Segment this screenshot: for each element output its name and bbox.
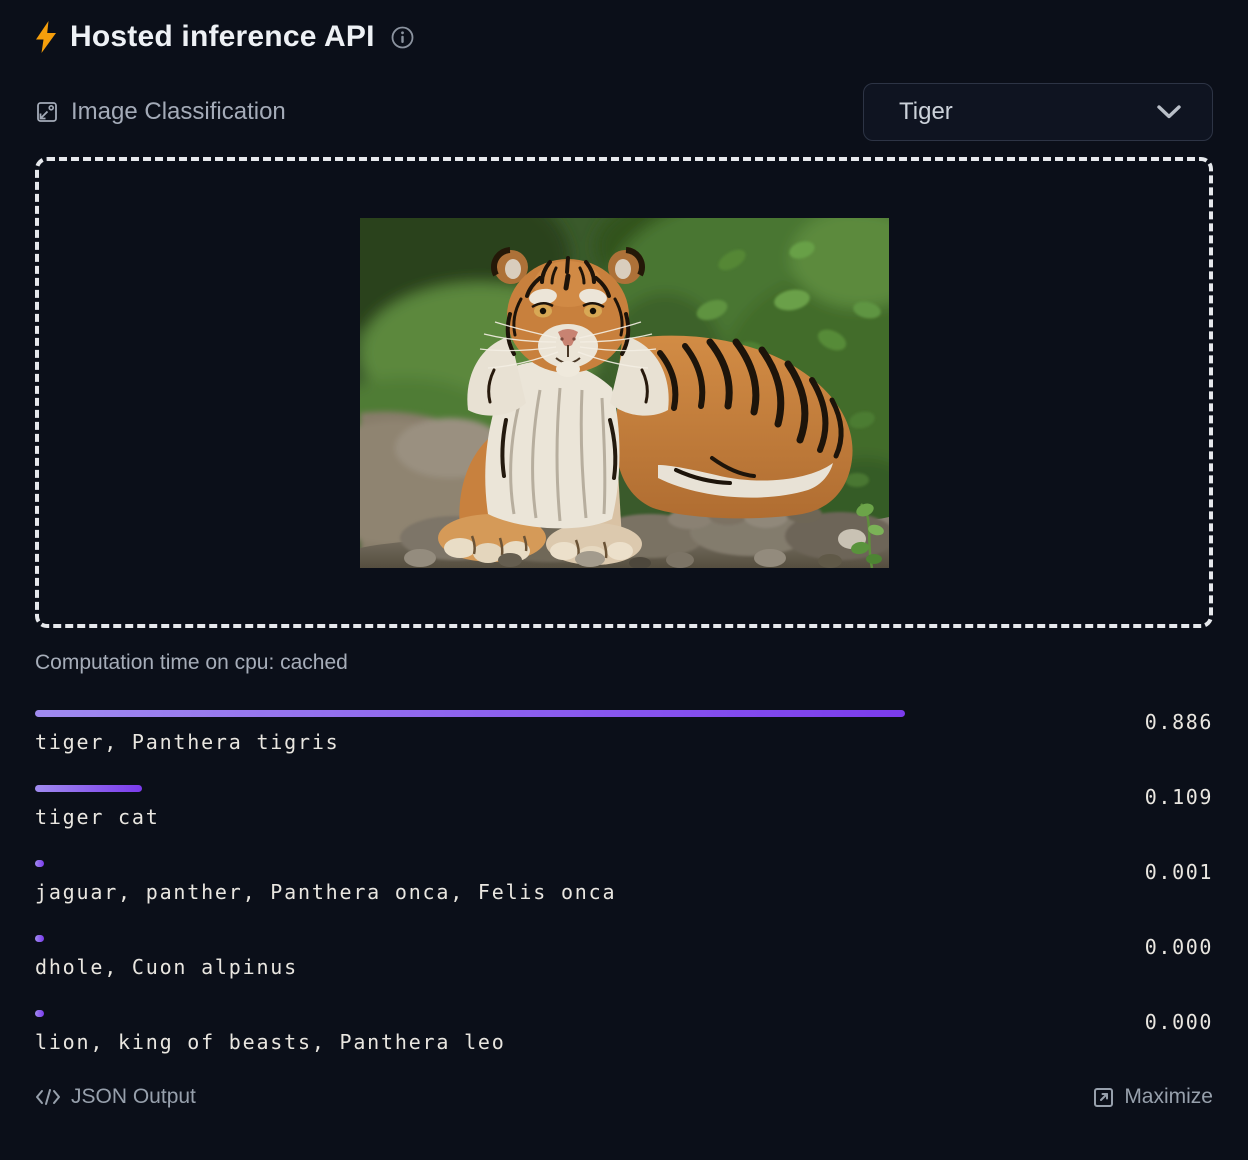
score-bar-track bbox=[35, 710, 1017, 717]
result-row: jaguar, panther, Panthera onca, Felis on… bbox=[35, 860, 1213, 904]
maximize-label: Maximize bbox=[1124, 1085, 1213, 1109]
info-circle-icon bbox=[391, 26, 414, 49]
code-icon bbox=[35, 1087, 61, 1107]
result-label: tiger, Panthera tigris bbox=[35, 730, 1017, 754]
result-label: lion, king of beasts, Panthera leo bbox=[35, 1030, 1017, 1054]
task-left: Image Classification bbox=[35, 98, 286, 126]
result-score: 0.001 bbox=[1017, 861, 1213, 884]
image-dropzone[interactable] bbox=[35, 157, 1213, 628]
hosted-inference-widget: Hosted inference API Image Classificatio… bbox=[0, 0, 1248, 1160]
task-row: Image Classification Tiger bbox=[35, 83, 1213, 141]
maximize-icon bbox=[1093, 1087, 1114, 1108]
result-row: tiger, Panthera tigris 0.886 bbox=[35, 710, 1213, 754]
image-classification-icon bbox=[35, 100, 59, 124]
lightning-bolt-icon bbox=[35, 21, 57, 53]
score-bar bbox=[35, 860, 44, 867]
json-output-button[interactable]: JSON Output bbox=[35, 1085, 196, 1109]
page-title: Hosted inference API bbox=[70, 20, 375, 54]
example-select[interactable]: Tiger bbox=[863, 83, 1213, 141]
widget-footer: JSON Output Maximize bbox=[35, 1085, 1213, 1109]
result-score: 0.886 bbox=[1017, 711, 1213, 734]
widget-header: Hosted inference API bbox=[35, 20, 1213, 54]
score-bar bbox=[35, 935, 44, 942]
result-row: dhole, Cuon alpinus 0.000 bbox=[35, 935, 1213, 979]
info-icon[interactable] bbox=[391, 26, 414, 49]
example-select-value: Tiger bbox=[899, 98, 953, 126]
task-label: Image Classification bbox=[71, 98, 286, 126]
chevron-down-icon bbox=[1156, 104, 1182, 120]
result-row: tiger cat 0.109 bbox=[35, 785, 1213, 829]
score-bar bbox=[35, 785, 142, 792]
tiger-photo bbox=[360, 218, 889, 568]
score-bar-track bbox=[35, 1010, 1017, 1017]
score-bar bbox=[35, 710, 905, 717]
score-bar-track bbox=[35, 935, 1017, 942]
result-label: tiger cat bbox=[35, 805, 1017, 829]
classification-results: tiger, Panthera tigris 0.886 tiger cat 0… bbox=[35, 710, 1213, 1054]
maximize-button[interactable]: Maximize bbox=[1093, 1085, 1213, 1109]
result-score: 0.109 bbox=[1017, 786, 1213, 809]
result-label: jaguar, panther, Panthera onca, Felis on… bbox=[35, 880, 1017, 904]
result-score: 0.000 bbox=[1017, 1011, 1213, 1034]
computation-time: Computation time on cpu: cached bbox=[35, 651, 1213, 675]
result-score: 0.000 bbox=[1017, 936, 1213, 959]
result-label: dhole, Cuon alpinus bbox=[35, 955, 1017, 979]
score-bar-track bbox=[35, 860, 1017, 867]
score-bar bbox=[35, 1010, 44, 1017]
score-bar-track bbox=[35, 785, 1017, 792]
json-output-label: JSON Output bbox=[71, 1085, 196, 1109]
result-row: lion, king of beasts, Panthera leo 0.000 bbox=[35, 1010, 1213, 1054]
